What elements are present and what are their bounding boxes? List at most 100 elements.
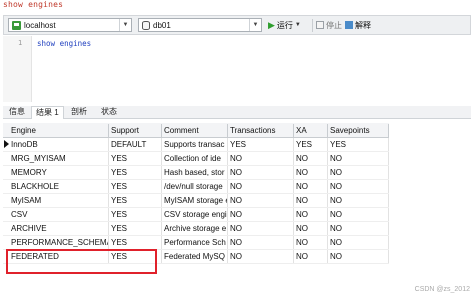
column-header-support[interactable]: Support <box>109 124 162 137</box>
table-row[interactable]: CSV YES CSV storage engi NO NO NO <box>3 208 389 222</box>
cell-transactions[interactable]: NO <box>228 236 294 249</box>
column-header-transactions[interactable]: Transactions <box>228 124 294 137</box>
cell-support[interactable]: YES <box>109 208 162 221</box>
stop-label: 停止 <box>326 20 342 30</box>
stop-icon <box>316 21 324 29</box>
tab-result-1[interactable]: 结果 1 <box>31 106 64 119</box>
cell-support[interactable]: YES <box>109 180 162 193</box>
cell-engine[interactable]: MEMORY <box>9 166 109 179</box>
column-header-savepoints[interactable]: Savepoints <box>328 124 389 137</box>
cell-transactions[interactable]: NO <box>228 250 294 263</box>
database-value: db01 <box>153 20 171 30</box>
column-header-comment[interactable]: Comment <box>162 124 228 137</box>
cell-engine[interactable]: BLACKHOLE <box>9 180 109 193</box>
cell-savepoints[interactable]: YES <box>328 138 389 151</box>
command-title: show engines <box>3 0 64 9</box>
cell-transactions[interactable]: NO <box>228 166 294 179</box>
cell-savepoints[interactable]: NO <box>328 236 389 249</box>
cell-comment[interactable]: Collection of ide <box>162 152 228 165</box>
explain-button[interactable]: 解释 <box>345 19 371 31</box>
table-row[interactable]: InnoDB DEFAULT Supports transac YES YES YES <box>3 138 389 152</box>
database-icon <box>142 20 150 30</box>
table-row[interactable]: MEMORY YES Hash based, stor NO NO NO <box>3 166 389 180</box>
cell-savepoints[interactable]: NO <box>328 166 389 179</box>
cell-xa[interactable]: NO <box>294 222 328 235</box>
column-header-engine[interactable]: Engine <box>9 124 109 137</box>
cell-support[interactable]: DEFAULT <box>109 138 162 151</box>
cell-comment[interactable]: Archive storage e <box>162 222 228 235</box>
run-label: 运行 <box>276 20 293 30</box>
sql-editor[interactable]: 1 show engines <box>3 36 471 102</box>
app-window: show engines localhost ▼ db01 ▼ ▶ 运行 ▼ 停… <box>0 0 474 295</box>
cell-xa[interactable]: NO <box>294 166 328 179</box>
table-row[interactable]: ARCHIVE YES Archive storage e NO NO NO <box>3 222 389 236</box>
table-row[interactable]: PERFORMANCE_SCHEMA YES Performance Sch NO NO… <box>3 236 389 250</box>
grid-header: Engine Support Comment Transactions XA S… <box>3 123 389 138</box>
cell-comment[interactable]: /dev/null storage <box>162 180 228 193</box>
cell-savepoints[interactable]: NO <box>328 208 389 221</box>
code-line[interactable]: show engines <box>37 39 91 48</box>
column-header-xa[interactable]: XA <box>294 124 328 137</box>
cell-engine[interactable]: ARCHIVE <box>9 222 109 235</box>
cell-comment[interactable]: CSV storage engi <box>162 208 228 221</box>
table-row[interactable]: MRG_MYISAM YES Collection of ide NO NO NO <box>3 152 389 166</box>
cell-support[interactable]: YES <box>109 236 162 249</box>
connection-value: localhost <box>24 20 56 30</box>
cell-support[interactable]: YES <box>109 194 162 207</box>
cell-comment[interactable]: Performance Sch <box>162 236 228 249</box>
cell-savepoints[interactable]: NO <box>328 180 389 193</box>
stop-button[interactable]: 停止 <box>316 19 342 31</box>
play-icon: ▶ <box>268 19 275 30</box>
cell-savepoints[interactable]: NO <box>328 152 389 165</box>
cell-xa[interactable]: YES <box>294 138 328 151</box>
cell-engine[interactable]: MRG_MYISAM <box>9 152 109 165</box>
cell-support[interactable]: YES <box>109 166 162 179</box>
cell-engine[interactable]: MyISAM <box>9 194 109 207</box>
tab-status[interactable]: 状态 <box>97 106 121 118</box>
table-row[interactable]: MyISAM YES MyISAM storage e NO NO NO <box>3 194 389 208</box>
explain-icon <box>345 21 353 29</box>
explain-label: 解释 <box>355 20 371 30</box>
cell-xa[interactable]: NO <box>294 152 328 165</box>
chevron-down-icon[interactable]: ▼ <box>295 22 301 28</box>
cell-xa[interactable]: NO <box>294 208 328 221</box>
toolbar-divider <box>312 19 313 32</box>
cell-savepoints[interactable]: NO <box>328 194 389 207</box>
cell-xa[interactable]: NO <box>294 180 328 193</box>
cell-engine[interactable]: PERFORMANCE_SCHEMA <box>9 236 109 249</box>
cell-engine[interactable]: InnoDB <box>9 138 109 151</box>
database-select[interactable]: db01 ▼ <box>138 18 262 32</box>
connection-icon <box>12 20 21 30</box>
chevron-down-icon[interactable]: ▼ <box>119 19 131 31</box>
cell-comment[interactable]: MyISAM storage e <box>162 194 228 207</box>
result-tabs: 信息 结果 1 剖析 状态 <box>3 106 471 119</box>
tab-info[interactable]: 信息 <box>5 106 29 118</box>
cell-savepoints[interactable]: NO <box>328 250 389 263</box>
cell-transactions[interactable]: YES <box>228 138 294 151</box>
cell-transactions[interactable]: NO <box>228 222 294 235</box>
cell-comment[interactable]: Federated MySQ <box>162 250 228 263</box>
highlight-box <box>6 249 157 274</box>
cell-xa[interactable]: NO <box>294 236 328 249</box>
cell-transactions[interactable]: NO <box>228 208 294 221</box>
cell-transactions[interactable]: NO <box>228 180 294 193</box>
cell-savepoints[interactable]: NO <box>328 222 389 235</box>
line-number: 1 <box>18 39 23 47</box>
cell-support[interactable]: YES <box>109 152 162 165</box>
tab-profile[interactable]: 剖析 <box>67 106 91 118</box>
cell-transactions[interactable]: NO <box>228 152 294 165</box>
watermark: CSDN @zs_2012 <box>414 286 470 293</box>
connection-select[interactable]: localhost ▼ <box>8 18 132 32</box>
toolbar: localhost ▼ db01 ▼ ▶ 运行 ▼ 停止 解释 <box>3 15 471 35</box>
line-gutter: 1 <box>3 36 32 102</box>
run-button[interactable]: ▶ 运行 ▼ <box>268 19 301 31</box>
cell-xa[interactable]: NO <box>294 250 328 263</box>
cell-xa[interactable]: NO <box>294 194 328 207</box>
cell-engine[interactable]: CSV <box>9 208 109 221</box>
chevron-down-icon[interactable]: ▼ <box>249 19 261 31</box>
cell-support[interactable]: YES <box>109 222 162 235</box>
cell-comment[interactable]: Supports transac <box>162 138 228 151</box>
table-row[interactable]: BLACKHOLE YES/dev/null storage NO NO NO <box>3 180 389 194</box>
cell-comment[interactable]: Hash based, stor <box>162 166 228 179</box>
cell-transactions[interactable]: NO <box>228 194 294 207</box>
